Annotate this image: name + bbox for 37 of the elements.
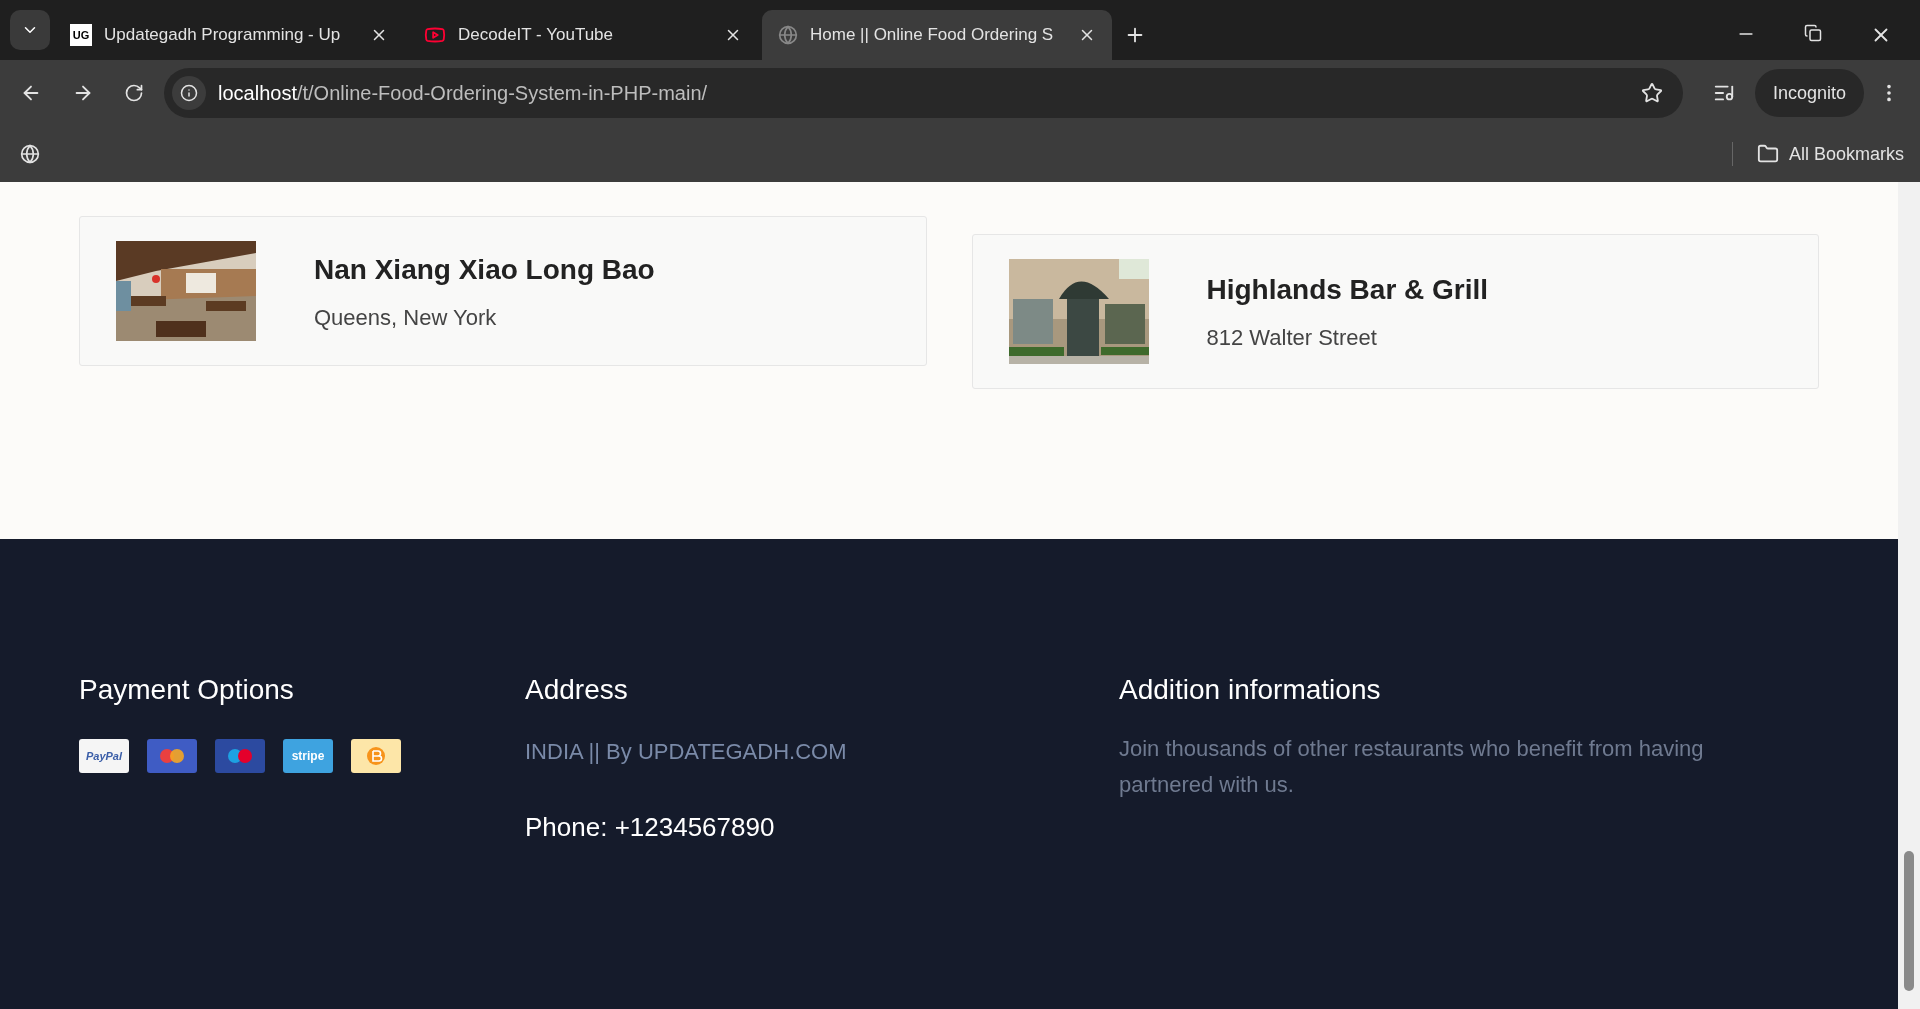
restaurant-name: Highlands Bar & Grill	[1206, 273, 1489, 307]
restore-icon[interactable]	[1804, 24, 1822, 42]
footer-heading: Addition informations	[1119, 673, 1382, 707]
browser-tab[interactable]: UG Updategadh Programming - Up	[54, 10, 404, 60]
footer-heading: Payment Options	[79, 673, 295, 707]
site-info-button[interactable]	[172, 76, 206, 110]
browser-tab[interactable]: Home || Online Food Ordering S	[762, 10, 1112, 60]
footer-heading: Address	[525, 673, 629, 707]
restaurant-card[interactable]: Nan Xiang Xiao Long Bao Queens, New York	[79, 216, 927, 366]
info-icon	[180, 84, 198, 102]
stripe-card: stripe	[283, 739, 333, 773]
tab-title: Updategadh Programming - Up	[104, 24, 342, 47]
tab-title: Home || Online Food Ordering S	[810, 24, 1055, 47]
info-text: Join thousands of other restaurants who benefit from having partnered with us.	[1119, 735, 1705, 799]
restaurant-address: Queens, New York	[314, 303, 498, 332]
favicon: UG	[70, 24, 92, 46]
bitcoin-icon	[351, 739, 401, 773]
paypal-card: PayPal	[79, 739, 129, 773]
tab-title: DecodeIT - YouTube	[458, 24, 614, 47]
maestro-icon	[215, 739, 265, 773]
address-text: INDIA || By UPDATEGADH.COM	[525, 738, 848, 766]
scrollbar[interactable]	[1898, 182, 1920, 1009]
browser-tab[interactable]: DecodeIT - YouTube	[408, 10, 758, 60]
all-bookmarks-link[interactable]: All Bookmarks	[1788, 140, 1904, 168]
globe-icon[interactable]	[20, 144, 40, 164]
restaurant-address: 812 Walter Street	[1206, 324, 1378, 352]
restaurant-name: Nan Xiang Xiao Long Bao	[314, 252, 655, 287]
restaurant-card[interactable]: Highlands Bar & Grill 812 Walter Street	[971, 234, 1819, 389]
url-text: localhost/t/Online-Food-Ordering-System-in-PHP-main/	[218, 81, 709, 106]
mastercard-icon	[147, 739, 197, 773]
bookmark-star-icon[interactable]	[1640, 82, 1663, 104]
address-bar[interactable]: localhost/t/Online-Food-Ordering-System-in-PHP-main/	[164, 68, 1683, 118]
incognito-badge[interactable]: Incognito	[1754, 69, 1864, 117]
folder-icon	[1756, 143, 1779, 165]
reload-icon[interactable]	[124, 83, 144, 103]
globe-icon	[778, 25, 798, 45]
phone-text: Phone: +1234567890	[525, 811, 776, 844]
